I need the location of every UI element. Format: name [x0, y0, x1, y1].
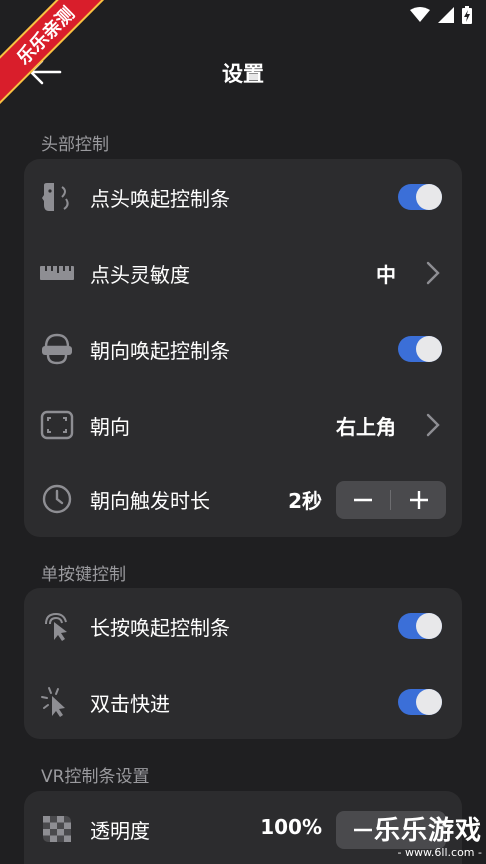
duration-value: 2秒: [288, 489, 322, 513]
row-orient-wake: 朝向唤起控制条: [24, 311, 462, 387]
row-label-orientation: 朝向: [90, 415, 130, 439]
battery-icon: [462, 6, 472, 24]
nod-face-icon: [42, 183, 69, 211]
toggle-knob: [416, 336, 442, 362]
page-title: 设置: [222, 62, 264, 86]
row-orientation[interactable]: 朝向 右上角: [24, 387, 462, 463]
minus-icon: [354, 498, 372, 502]
toggle-double-tap[interactable]: [398, 689, 442, 715]
row-double-tap: 双击快进: [24, 664, 462, 740]
checkerboard-icon: [43, 816, 71, 842]
watermark-main: 乐乐游戏: [373, 816, 482, 846]
card-head-control: 点头唤起控制条 点头灵敏度 中 朝向唤起控制条 朝向 右上角 朝向触发时长 2秒: [24, 159, 462, 537]
signal-icon: [438, 7, 454, 23]
toggle-knob: [416, 184, 442, 210]
app-header: 设置: [0, 48, 486, 96]
row-label-nod-sensitivity: 点头灵敏度: [90, 263, 190, 287]
row-label-orient-duration: 朝向触发时长: [90, 489, 210, 513]
orientation-value: 右上角: [336, 415, 396, 439]
click-burst-icon: [41, 687, 65, 717]
toggle-orient-wake[interactable]: [398, 336, 442, 362]
toggle-long-press[interactable]: [398, 613, 442, 639]
section-title-vr-bar: VR控制条设置: [41, 767, 150, 787]
sensitivity-value: 中: [376, 263, 396, 287]
row-label-double-tap: 双击快进: [90, 692, 170, 716]
row-label-nod-wake: 点头唤起控制条: [90, 187, 230, 211]
decrease-button[interactable]: [336, 481, 390, 519]
chevron-right-icon: [426, 413, 440, 437]
frame-corners-icon: [40, 410, 74, 440]
row-long-press: 长按唤起控制条: [24, 588, 462, 664]
vr-headset-icon: [42, 333, 72, 365]
ruler-icon: [40, 266, 74, 280]
wifi-icon: [410, 7, 430, 22]
watermark-sub: - www.6ll.com -: [397, 846, 482, 859]
plus-icon: [410, 491, 428, 509]
row-nod-wake: 点头唤起控制条: [24, 159, 462, 235]
row-label-long-press: 长按唤起控制条: [90, 616, 230, 640]
toggle-knob: [416, 613, 442, 639]
card-single-key: 长按唤起控制条 双击快进: [24, 588, 462, 739]
section-title-single-key: 单按键控制: [41, 565, 126, 585]
row-label-opacity: 透明度: [90, 819, 150, 843]
toggle-nod-wake[interactable]: [398, 184, 442, 210]
increase-button[interactable]: [392, 481, 446, 519]
section-title-head-control: 头部控制: [41, 135, 109, 155]
toggle-knob: [416, 689, 442, 715]
row-orient-duration: 朝向触发时长 2秒: [24, 461, 462, 537]
chevron-right-icon: [426, 261, 440, 285]
duration-stepper: [336, 481, 446, 519]
tap-pointer-icon: [45, 612, 67, 641]
status-icons: [410, 6, 472, 24]
opacity-value: 100%: [260, 815, 322, 839]
clock-icon: [42, 484, 72, 514]
row-nod-sensitivity[interactable]: 点头灵敏度 中: [24, 235, 462, 311]
watermark: 乐乐游戏 - www.6ll.com -: [366, 816, 482, 862]
row-label-orient-wake: 朝向唤起控制条: [90, 339, 230, 363]
stepper-divider: [390, 490, 391, 510]
